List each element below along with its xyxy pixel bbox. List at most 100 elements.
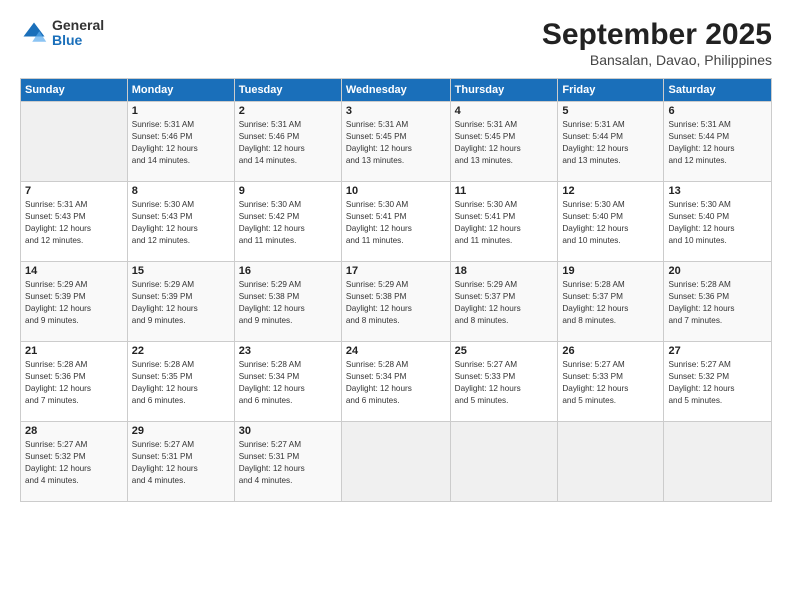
logo-general: General — [52, 18, 104, 33]
header-cell-saturday: Saturday — [664, 79, 772, 102]
logo-text: General Blue — [52, 18, 104, 49]
day-info: Sunrise: 5:30 AM Sunset: 5:43 PM Dayligh… — [132, 199, 230, 247]
calendar-cell: 10Sunrise: 5:30 AM Sunset: 5:41 PM Dayli… — [341, 182, 450, 262]
calendar-cell: 5 Sunrise: 5:31 AM Sunset: 5:44 PM Daylig… — [558, 102, 664, 182]
calendar-cell: 3 Sunrise: 5:31 AM Sunset: 5:45 PM Daylig… — [341, 102, 450, 182]
week-row-1: 1 Sunrise: 5:31 AM Sunset: 5:46 PM Daylig… — [21, 102, 772, 182]
calendar-cell — [341, 422, 450, 502]
header-cell-friday: Friday — [558, 79, 664, 102]
day-number: 13 — [668, 185, 767, 197]
calendar-cell: 8Sunrise: 5:30 AM Sunset: 5:43 PM Daylig… — [127, 182, 234, 262]
day-number: 9 — [239, 185, 337, 197]
calendar-cell — [21, 102, 128, 182]
calendar-cell: 28 Sunrise: 5:27 AM Sunset: 5:32 PM Dayli… — [21, 422, 128, 502]
day-info: Sunrise: 5:31 AM Sunset: 5:43 PM Dayligh… — [25, 199, 123, 247]
calendar-cell: 9 Sunrise: 5:30 AM Sunset: 5:42 PM Daylig… — [234, 182, 341, 262]
day-number: 25 — [455, 345, 554, 357]
day-number: 1 — [132, 105, 230, 117]
day-info: Sunrise: 5:29 AM Sunset: 5:38 PM Dayligh… — [346, 279, 446, 327]
week-row-2: 7Sunrise: 5:31 AM Sunset: 5:43 PM Daylig… — [21, 182, 772, 262]
main-title: September 2025 — [542, 18, 772, 52]
day-number: 28 — [25, 425, 123, 437]
header-cell-thursday: Thursday — [450, 79, 558, 102]
calendar-cell: 6Sunrise: 5:31 AM Sunset: 5:44 PM Daylig… — [664, 102, 772, 182]
day-info: Sunrise: 5:27 AM Sunset: 5:32 PM Dayligh… — [25, 439, 123, 487]
calendar-cell: 17Sunrise: 5:29 AM Sunset: 5:38 PM Dayli… — [341, 262, 450, 342]
calendar-cell: 25Sunrise: 5:27 AM Sunset: 5:33 PM Dayli… — [450, 342, 558, 422]
logo: General Blue — [20, 18, 104, 49]
day-number: 30 — [239, 425, 337, 437]
week-row-3: 14Sunrise: 5:29 AM Sunset: 5:39 PM Dayli… — [21, 262, 772, 342]
day-number: 26 — [562, 345, 659, 357]
day-number: 24 — [346, 345, 446, 357]
calendar-cell: 11 Sunrise: 5:30 AM Sunset: 5:41 PM Dayli… — [450, 182, 558, 262]
day-info: Sunrise: 5:27 AM Sunset: 5:31 PM Dayligh… — [239, 439, 337, 487]
calendar-cell: 21 Sunrise: 5:28 AM Sunset: 5:36 PM Dayli… — [21, 342, 128, 422]
day-info: Sunrise: 5:29 AM Sunset: 5:39 PM Dayligh… — [25, 279, 123, 327]
week-row-5: 28 Sunrise: 5:27 AM Sunset: 5:32 PM Dayli… — [21, 422, 772, 502]
day-info: Sunrise: 5:31 AM Sunset: 5:44 PM Dayligh… — [562, 119, 659, 167]
calendar-cell: 19 Sunrise: 5:28 AM Sunset: 5:37 PM Dayli… — [558, 262, 664, 342]
day-info: Sunrise: 5:30 AM Sunset: 5:42 PM Dayligh… — [239, 199, 337, 247]
day-number: 27 — [668, 345, 767, 357]
calendar-cell: 23Sunrise: 5:28 AM Sunset: 5:34 PM Dayli… — [234, 342, 341, 422]
calendar-cell — [450, 422, 558, 502]
day-info: Sunrise: 5:31 AM Sunset: 5:45 PM Dayligh… — [346, 119, 446, 167]
calendar-cell: 12 Sunrise: 5:30 AM Sunset: 5:40 PM Dayli… — [558, 182, 664, 262]
calendar-header: SundayMondayTuesdayWednesdayThursdayFrid… — [21, 79, 772, 102]
day-number: 29 — [132, 425, 230, 437]
calendar-cell: 22 Sunrise: 5:28 AM Sunset: 5:35 PM Dayli… — [127, 342, 234, 422]
header: General Blue September 2025 Bansalan, Da… — [20, 18, 772, 68]
calendar-cell: 2Sunrise: 5:31 AM Sunset: 5:46 PM Daylig… — [234, 102, 341, 182]
day-number: 6 — [668, 105, 767, 117]
day-info: Sunrise: 5:28 AM Sunset: 5:36 PM Dayligh… — [668, 279, 767, 327]
calendar-cell: 14Sunrise: 5:29 AM Sunset: 5:39 PM Dayli… — [21, 262, 128, 342]
day-number: 18 — [455, 265, 554, 277]
day-info: Sunrise: 5:29 AM Sunset: 5:37 PM Dayligh… — [455, 279, 554, 327]
day-number: 20 — [668, 265, 767, 277]
calendar-cell: 1 Sunrise: 5:31 AM Sunset: 5:46 PM Daylig… — [127, 102, 234, 182]
week-row-4: 21 Sunrise: 5:28 AM Sunset: 5:36 PM Dayli… — [21, 342, 772, 422]
day-number: 3 — [346, 105, 446, 117]
header-cell-sunday: Sunday — [21, 79, 128, 102]
day-info: Sunrise: 5:28 AM Sunset: 5:34 PM Dayligh… — [346, 359, 446, 407]
day-number: 21 — [25, 345, 123, 357]
header-cell-wednesday: Wednesday — [341, 79, 450, 102]
day-info: Sunrise: 5:30 AM Sunset: 5:41 PM Dayligh… — [455, 199, 554, 247]
day-info: Sunrise: 5:31 AM Sunset: 5:45 PM Dayligh… — [455, 119, 554, 167]
calendar-cell — [664, 422, 772, 502]
day-info: Sunrise: 5:29 AM Sunset: 5:38 PM Dayligh… — [239, 279, 337, 327]
day-number: 12 — [562, 185, 659, 197]
day-number: 10 — [346, 185, 446, 197]
day-number: 22 — [132, 345, 230, 357]
day-info: Sunrise: 5:28 AM Sunset: 5:34 PM Dayligh… — [239, 359, 337, 407]
header-cell-monday: Monday — [127, 79, 234, 102]
calendar-cell: 27 Sunrise: 5:27 AM Sunset: 5:32 PM Dayli… — [664, 342, 772, 422]
day-info: Sunrise: 5:28 AM Sunset: 5:36 PM Dayligh… — [25, 359, 123, 407]
calendar-cell: 24 Sunrise: 5:28 AM Sunset: 5:34 PM Dayli… — [341, 342, 450, 422]
calendar: SundayMondayTuesdayWednesdayThursdayFrid… — [20, 78, 772, 502]
calendar-cell: 26 Sunrise: 5:27 AM Sunset: 5:33 PM Dayli… — [558, 342, 664, 422]
day-info: Sunrise: 5:28 AM Sunset: 5:37 PM Dayligh… — [562, 279, 659, 327]
calendar-cell: 29 Sunrise: 5:27 AM Sunset: 5:31 PM Dayli… — [127, 422, 234, 502]
day-info: Sunrise: 5:27 AM Sunset: 5:32 PM Dayligh… — [668, 359, 767, 407]
day-number: 19 — [562, 265, 659, 277]
day-info: Sunrise: 5:29 AM Sunset: 5:39 PM Dayligh… — [132, 279, 230, 327]
title-block: September 2025 Bansalan, Davao, Philippi… — [542, 18, 772, 68]
day-info: Sunrise: 5:27 AM Sunset: 5:33 PM Dayligh… — [562, 359, 659, 407]
day-info: Sunrise: 5:27 AM Sunset: 5:31 PM Dayligh… — [132, 439, 230, 487]
day-info: Sunrise: 5:28 AM Sunset: 5:35 PM Dayligh… — [132, 359, 230, 407]
calendar-cell — [558, 422, 664, 502]
calendar-cell: 16 Sunrise: 5:29 AM Sunset: 5:38 PM Dayli… — [234, 262, 341, 342]
subtitle: Bansalan, Davao, Philippines — [542, 52, 772, 68]
day-number: 16 — [239, 265, 337, 277]
calendar-cell: 20 Sunrise: 5:28 AM Sunset: 5:36 PM Dayli… — [664, 262, 772, 342]
calendar-cell: 18 Sunrise: 5:29 AM Sunset: 5:37 PM Dayli… — [450, 262, 558, 342]
logo-icon — [20, 19, 48, 47]
day-info: Sunrise: 5:31 AM Sunset: 5:46 PM Dayligh… — [132, 119, 230, 167]
day-number: 11 — [455, 185, 554, 197]
day-number: 5 — [562, 105, 659, 117]
day-info: Sunrise: 5:30 AM Sunset: 5:40 PM Dayligh… — [562, 199, 659, 247]
calendar-cell: 15Sunrise: 5:29 AM Sunset: 5:39 PM Dayli… — [127, 262, 234, 342]
calendar-cell: 30 Sunrise: 5:27 AM Sunset: 5:31 PM Dayli… — [234, 422, 341, 502]
